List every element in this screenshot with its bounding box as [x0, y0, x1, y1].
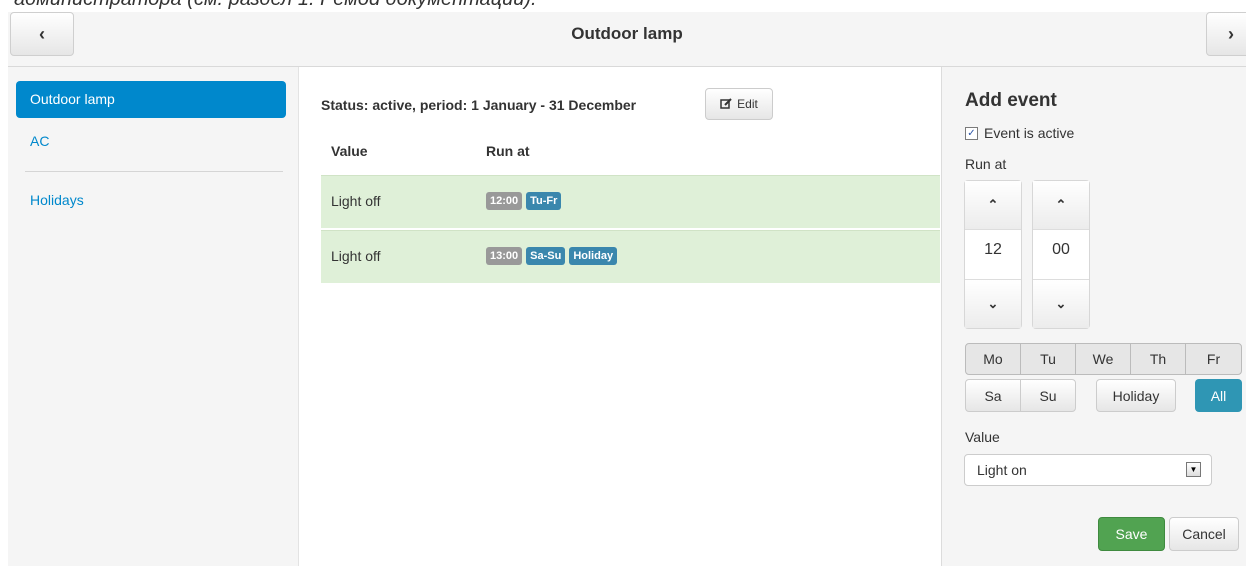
- row-value: Light off: [331, 248, 381, 264]
- holiday-button[interactable]: Holiday: [1096, 379, 1176, 412]
- column-header-value: Value: [331, 143, 368, 159]
- sidebar-item-ac[interactable]: AC: [16, 123, 286, 160]
- row-run-at: 13:00 Sa-Su Holiday: [486, 247, 618, 265]
- sidebar: Outdoor lamp AC Holidays: [8, 67, 299, 566]
- day-button-fr[interactable]: Fr: [1185, 343, 1242, 375]
- all-days-button[interactable]: All: [1195, 379, 1242, 412]
- day-button-tu[interactable]: Tu: [1020, 343, 1076, 375]
- day-button-th[interactable]: Th: [1130, 343, 1186, 375]
- day-button-mo[interactable]: Mo: [965, 343, 1021, 375]
- chevron-up-icon: ⌃: [987, 197, 999, 212]
- event-active-toggle[interactable]: ✓ Event is active: [965, 125, 1074, 141]
- sidebar-divider: [25, 171, 283, 172]
- add-event-panel: Add event ✓ Event is active Run at ⌃ 12 …: [941, 67, 1246, 566]
- day-button-we[interactable]: We: [1075, 343, 1131, 375]
- column-header-run-at: Run at: [486, 143, 530, 159]
- minute-spinner: ⌃ 00 ⌄: [1032, 180, 1090, 329]
- event-active-label: Event is active: [984, 125, 1075, 141]
- edit-icon: [720, 98, 732, 109]
- row-value: Light off: [331, 193, 381, 209]
- time-label: 13:00: [486, 247, 523, 265]
- edit-label: Edit: [737, 97, 758, 111]
- event-active-checkbox[interactable]: ✓: [965, 126, 978, 140]
- day-label: Sa-Su: [526, 247, 566, 265]
- run-at-label: Run at: [965, 156, 1007, 172]
- chevron-down-icon: ⌄: [987, 296, 999, 311]
- time-label: 12:00: [486, 192, 523, 210]
- status-text: Status: active, period: 1 January - 31 D…: [321, 97, 637, 113]
- day-button-sa[interactable]: Sa: [965, 379, 1021, 412]
- day-label: Tu-Fr: [526, 192, 562, 210]
- cropped-document-text: администратора (см. раздел 1. Ремоd доку…: [14, 0, 537, 11]
- value-select[interactable]: Light on ▼: [964, 454, 1212, 486]
- value-selected: Light on: [977, 462, 1027, 478]
- edit-button[interactable]: Edit: [705, 88, 773, 120]
- dropdown-arrow-icon: ▼: [1186, 462, 1201, 477]
- day-label: Holiday: [569, 247, 618, 265]
- table-row[interactable]: Light off 13:00 Sa-Su Holiday: [321, 230, 940, 283]
- save-button[interactable]: Save: [1098, 517, 1165, 551]
- top-bar: ‹ Outdoor lamp ›: [8, 12, 1246, 67]
- hour-increment-button[interactable]: ⌃: [965, 181, 1021, 230]
- day-button-su[interactable]: Su: [1020, 379, 1076, 412]
- hour-spinner: ⌃ 12 ⌄: [964, 180, 1022, 329]
- chevron-up-icon: ⌃: [1055, 197, 1067, 212]
- events-table-area: Status: active, period: 1 January - 31 D…: [299, 67, 940, 566]
- sidebar-item-holidays[interactable]: Holidays: [16, 182, 286, 219]
- hour-decrement-button[interactable]: ⌄: [965, 279, 1021, 328]
- cancel-button[interactable]: Cancel: [1169, 517, 1239, 551]
- page-title: Outdoor lamp: [571, 24, 683, 43]
- weekday-button-group: Mo Tu We Th Fr: [965, 343, 1242, 375]
- panel-title: Add event: [965, 90, 1057, 111]
- minute-decrement-button[interactable]: ⌄: [1033, 279, 1089, 328]
- hour-value[interactable]: 12: [965, 241, 1021, 259]
- chevron-down-icon: ⌄: [1055, 296, 1067, 311]
- chevron-right-icon: ›: [1228, 23, 1234, 44]
- row-run-at: 12:00 Tu-Fr: [486, 192, 562, 210]
- forward-button[interactable]: ›: [1206, 12, 1246, 56]
- value-label: Value: [965, 429, 1000, 445]
- table-row[interactable]: Light off 12:00 Tu-Fr: [321, 175, 940, 228]
- sidebar-item-outdoor-lamp[interactable]: Outdoor lamp: [16, 81, 286, 118]
- minute-value[interactable]: 00: [1033, 241, 1089, 259]
- minute-increment-button[interactable]: ⌃: [1033, 181, 1089, 230]
